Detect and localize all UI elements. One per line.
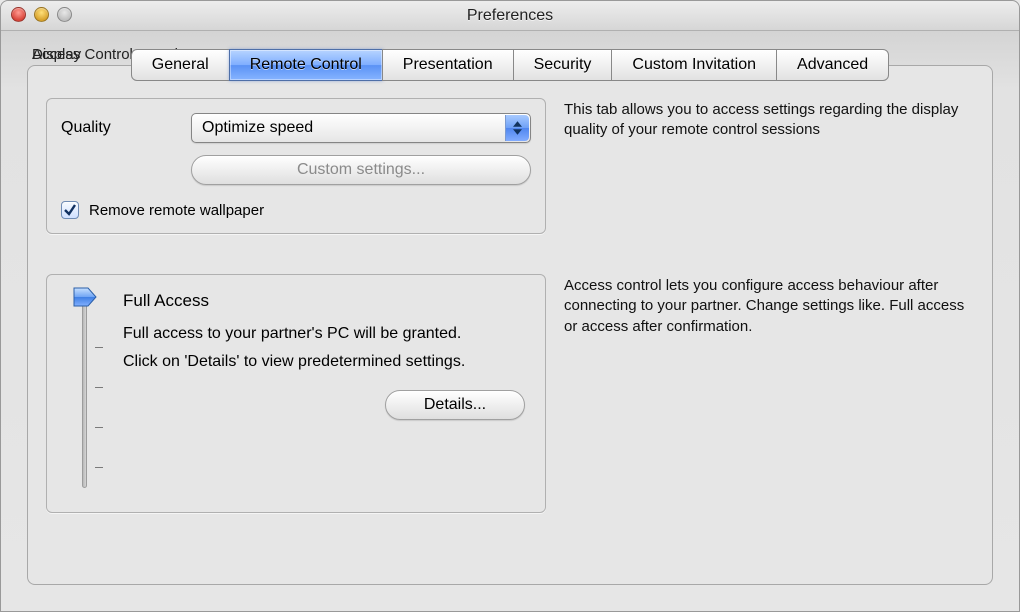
tab-bar: General Remote Control Presentation Secu… bbox=[27, 49, 993, 81]
slider-thumb-icon[interactable] bbox=[73, 287, 97, 307]
remove-wallpaper-label: Remove remote wallpaper bbox=[89, 202, 264, 219]
access-help-text: Access control lets you configure access… bbox=[564, 274, 974, 513]
content-area: General Remote Control Presentation Secu… bbox=[1, 31, 1019, 611]
access-level-slider[interactable] bbox=[69, 289, 99, 494]
dropdown-arrows-icon bbox=[505, 115, 529, 141]
details-button[interactable]: Details... bbox=[385, 390, 525, 420]
tab-general[interactable]: General bbox=[131, 49, 230, 81]
access-desc-2: Click on 'Details' to view predetermined… bbox=[123, 351, 531, 373]
quality-label: Quality bbox=[61, 119, 191, 137]
custom-settings-button[interactable]: Custom settings... bbox=[191, 155, 531, 185]
zoom-icon[interactable] bbox=[57, 7, 72, 22]
quality-select[interactable]: Optimize speed bbox=[191, 113, 531, 143]
close-icon[interactable] bbox=[11, 7, 26, 22]
tab-custom-invitation[interactable]: Custom Invitation bbox=[611, 49, 777, 81]
display-group: Quality Optimize speed bbox=[46, 98, 546, 234]
remove-wallpaper-checkbox[interactable] bbox=[61, 201, 79, 219]
tab-advanced[interactable]: Advanced bbox=[776, 49, 889, 81]
access-desc-1: Full access to your partner's PC will be… bbox=[123, 323, 531, 345]
window-title: Preferences bbox=[467, 7, 553, 25]
access-title: Full Access bbox=[123, 291, 531, 311]
minimize-icon[interactable] bbox=[34, 7, 49, 22]
tab-presentation[interactable]: Presentation bbox=[382, 49, 514, 81]
tab-remote-control[interactable]: Remote Control bbox=[229, 49, 383, 81]
access-control-group: Full Access Full access to your partner'… bbox=[46, 274, 546, 513]
quality-value: Optimize speed bbox=[202, 119, 313, 137]
titlebar[interactable]: Preferences bbox=[1, 1, 1019, 31]
window-controls bbox=[11, 7, 72, 22]
preferences-window: Preferences General Remote Control Prese… bbox=[0, 0, 1020, 612]
display-help-text: This tab allows you to access settings r… bbox=[564, 98, 974, 234]
slider-track bbox=[82, 295, 87, 488]
tab-security[interactable]: Security bbox=[513, 49, 613, 81]
tab-pane: Display Quality Optimize speed bbox=[27, 65, 993, 585]
